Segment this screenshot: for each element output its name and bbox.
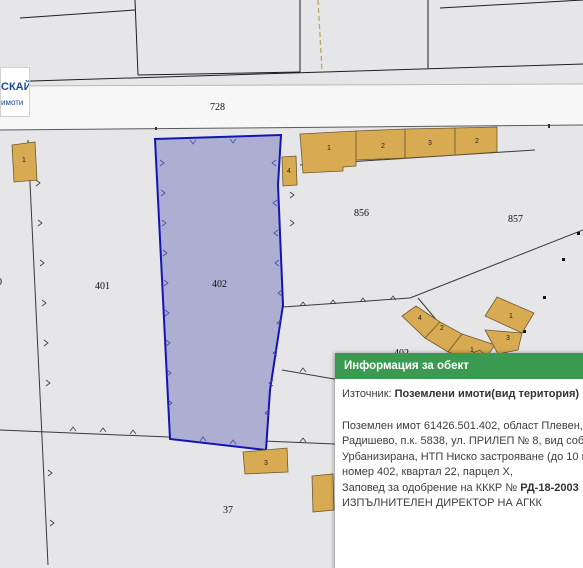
popup-title: Информация за обект xyxy=(335,353,583,379)
building-num: 1 xyxy=(327,145,331,152)
order-row: Заповед за одобрение на КККР № РД-18-200… xyxy=(342,481,583,497)
building-num: 3 xyxy=(428,140,432,147)
popup-body: Източник: Поземлени имоти(вид територия)… xyxy=(335,379,583,512)
map-viewer[interactable]: 728 1 4 1 2 3 2 4 2 1 1 3 3 401 402 856 … xyxy=(0,0,583,568)
building-num: 3 xyxy=(264,460,268,467)
logo-text: СКАЙ xyxy=(1,81,30,93)
signatory: ИЗПЪЛНИТЕЛЕН ДИРЕКТОР НА АГКК xyxy=(342,497,542,509)
parcel-label-402: 402 xyxy=(212,279,227,290)
road-label: 728 xyxy=(210,102,225,113)
parcel-label-37: 37 xyxy=(223,505,233,516)
description-line: Поземлен имот 61426.501.402, област Плев… xyxy=(342,419,583,432)
building-num: 2 xyxy=(475,138,479,145)
parcel-label-401: 401 xyxy=(95,281,110,292)
building-num: 4 xyxy=(287,168,291,175)
info-popup[interactable]: Информация за обект Източник: Поземлени … xyxy=(335,353,583,568)
source-row: Източник: Поземлени имоти(вид територия) xyxy=(342,387,583,403)
parcel-label-edge: 0 xyxy=(0,277,2,288)
description-line: Урбанизирана, НТП Ниско застрояване (до … xyxy=(342,450,583,463)
order-prefix: Заповед за одобрение на КККР № xyxy=(342,481,518,494)
building-num: 2 xyxy=(440,325,444,332)
description-line: номер 402, квартал 22, парцел X, xyxy=(342,466,513,478)
logo[interactable]: СКАЙ имоти xyxy=(0,67,30,117)
description-line: Радишево, п.к. 5838, ул. ПРИЛЕП № 8, вид… xyxy=(342,435,583,447)
selected-parcel-402[interactable] xyxy=(153,133,285,452)
building-num: 2 xyxy=(381,143,385,150)
source-value: Поземлени имоти(вид територия) xyxy=(394,388,580,400)
source-label: Източник: xyxy=(342,388,392,400)
order-number: РД-18-2003 xyxy=(520,481,579,494)
parcel-label-856: 856 xyxy=(354,208,369,219)
building-num: 3 xyxy=(506,335,510,342)
building-num: 1 xyxy=(509,313,513,320)
road-728 xyxy=(0,84,583,130)
building-num: 1 xyxy=(22,157,26,164)
parcel-label-857: 857 xyxy=(508,214,523,225)
building-num: 4 xyxy=(418,315,422,322)
logo-subtext: имоти xyxy=(1,98,24,107)
